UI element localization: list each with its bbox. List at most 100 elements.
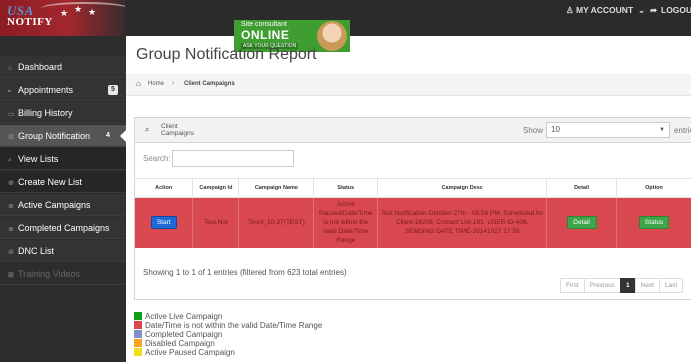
legend-swatch — [134, 348, 142, 356]
sidebar-item-label: Active Campaigns — [18, 200, 91, 210]
page-size-select[interactable]: 10 ▼ — [546, 122, 670, 138]
campaigns-panel: ⌕ Client Campaigns Show 10 ▼ entries Sea… — [134, 117, 691, 300]
sidebar-item-training-videos[interactable]: ⊞ Training Videos — [0, 263, 126, 285]
search-icon: ⌕ — [145, 125, 150, 134]
sidebar-item-label: Appointments — [18, 85, 74, 95]
sidebar-item-label: Dashboard — [18, 62, 63, 72]
chevron-down-icon[interactable]: ⌄ — [638, 5, 645, 16]
star-icon: ★ — [74, 4, 83, 14]
sidebar-item-label: Create New List — [18, 177, 83, 187]
status-button[interactable]: Status — [639, 216, 670, 230]
sidebar-item-dashboard[interactable]: ⌂ Dashboard — [0, 56, 126, 78]
pagination: First Previous 1 Next Last — [560, 278, 684, 293]
legend-item: Completed Campaign — [134, 330, 322, 339]
column-header-option[interactable]: Option — [616, 178, 691, 198]
ad-line2: ONLINE — [241, 28, 290, 42]
pager-page-1[interactable]: 1 — [619, 278, 636, 293]
pager-next[interactable]: Next — [634, 278, 660, 293]
campaigns-table: Action Campaign Id Campaign Name Status … — [135, 178, 691, 248]
sidebar-item-appointments[interactable]: ▪ Appointments 5 — [0, 79, 126, 101]
pager-last[interactable]: Last — [658, 278, 684, 293]
column-header-campaign-id[interactable]: Campaign Id — [192, 178, 240, 198]
ban-icon: ⊘ — [8, 249, 14, 256]
chevron-right-icon: › — [172, 80, 175, 87]
cell-status: Active Paused/Date/Time is not within th… — [313, 197, 379, 248]
card-icon: ▭ — [8, 111, 15, 118]
cell-option: Status — [616, 197, 691, 248]
sidebar-item-label: Group Notification — [18, 131, 91, 141]
breadcrumb-current: Client Campaigns — [184, 81, 235, 87]
table-row: Start Test.Not Test4_10-27(TEST) Active … — [135, 197, 691, 248]
legend-item: Date/Time is not within the valid Date/T… — [134, 321, 322, 330]
logo[interactable]: ★ ★ ★ USA NOTIFY — [0, 0, 125, 36]
sidebar-item-create-new-list[interactable]: ⊕ Create New List — [0, 171, 126, 193]
logout-link[interactable]: LOGOUT — [661, 5, 691, 15]
legend-label: Completed Campaign — [145, 330, 223, 339]
appointments-count-badge: 5 — [108, 85, 118, 95]
page-size-value: 10 — [551, 125, 560, 134]
ad-line1: Site consultant — [241, 21, 287, 28]
panel-title: Client Campaigns — [161, 123, 194, 137]
my-account-menu[interactable]: MY ACCOUNT — [576, 5, 633, 15]
sidebar-item-dnc-list[interactable]: ⊘ DNC List — [0, 240, 126, 262]
consultant-avatar — [317, 21, 347, 51]
legend-swatch — [134, 312, 142, 320]
legend-label: Date/Time is not within the valid Date/T… — [145, 321, 323, 330]
cell-campaign-desc: Test Notification October 27th - 05:56 P… — [377, 197, 548, 248]
column-header-campaign-desc[interactable]: Campaign Desc — [377, 178, 548, 198]
group-notification-count: 4 — [106, 132, 110, 139]
search-label: Search: — [143, 154, 171, 163]
plus-circle-icon: ⊕ — [8, 180, 14, 187]
column-header-campaign-name[interactable]: Campaign Name — [238, 178, 315, 198]
column-header-status[interactable]: Status — [313, 178, 379, 198]
user-icon[interactable]: ♙ — [566, 5, 574, 16]
legend-label: Disabled Campaign — [145, 339, 215, 348]
column-header-action[interactable]: Action — [135, 178, 194, 198]
sidebar-item-billing-history[interactable]: ▭ Billing History — [0, 102, 126, 124]
logo-line2: NOTIFY — [7, 16, 53, 28]
page-title: Group Notification Report — [136, 46, 317, 63]
breadcrumb-home[interactable]: Home — [148, 81, 164, 87]
sidebar: ⌂ Dashboard ▪ Appointments 5 ▭ Billing Hist… — [0, 36, 126, 362]
start-button[interactable]: Start — [150, 216, 177, 230]
cell-detail: Detail — [546, 197, 618, 248]
legend-label: Active Paused Campaign — [145, 348, 235, 357]
pager-first[interactable]: First — [560, 278, 585, 293]
column-header-detail[interactable]: Detail — [546, 178, 618, 198]
search-input[interactable] — [172, 150, 294, 167]
status-legend: Active Live Campaign Date/Time is not wi… — [134, 312, 322, 357]
detail-button[interactable]: Detail — [566, 216, 597, 230]
sidebar-item-label: Billing History — [18, 108, 73, 118]
sidebar-item-group-notification[interactable]: ⚙ Group Notification 4 — [0, 125, 126, 147]
cell-campaign-id: Test.Not — [192, 197, 240, 248]
caret-down-icon: ▼ — [659, 127, 665, 133]
sidebar-item-active-campaigns[interactable]: ≣ Active Campaigns — [0, 194, 126, 216]
cell-action: Start — [135, 197, 194, 248]
legend-item: Disabled Campaign — [134, 339, 322, 348]
sidebar-item-view-lists[interactable]: ⌕ View Lists — [0, 148, 126, 170]
star-icon: ★ — [60, 8, 69, 18]
list-icon: ≣ — [8, 226, 14, 233]
gear-icon: ⚙ — [8, 134, 15, 141]
table-info: Showing 1 to 1 of 1 entries (filtered fr… — [143, 268, 347, 277]
legend-swatch — [134, 321, 142, 329]
cell-campaign-name: Test4_10-27(TEST) — [238, 197, 315, 248]
grid-icon: ⊞ — [8, 272, 14, 279]
table-header-row: Action Campaign Id Campaign Name Status … — [135, 178, 691, 198]
show-label: Show — [523, 126, 544, 135]
breadcrumb: ⌂ Home › Client Campaigns — [126, 74, 691, 96]
list-icon: ≣ — [8, 203, 14, 210]
legend-swatch — [134, 339, 142, 347]
home-icon[interactable]: ⌂ — [136, 79, 141, 88]
panel-header: ⌕ Client Campaigns Show 10 ▼ entries — [135, 118, 691, 143]
star-icon: ★ — [88, 7, 97, 17]
search-icon: ⌕ — [8, 157, 12, 164]
sidebar-item-label: DNC List — [18, 246, 55, 256]
legend-item: Active Live Campaign — [134, 312, 322, 321]
pager-previous[interactable]: Previous — [583, 278, 621, 293]
sidebar-item-label: Completed Campaigns — [18, 223, 110, 233]
sidebar-item-completed-campaigns[interactable]: ≣ Completed Campaigns — [0, 217, 126, 239]
logout-icon[interactable]: ➦ — [650, 5, 657, 16]
home-icon: ⌂ — [8, 65, 13, 72]
logo-swoosh — [40, 2, 125, 16]
